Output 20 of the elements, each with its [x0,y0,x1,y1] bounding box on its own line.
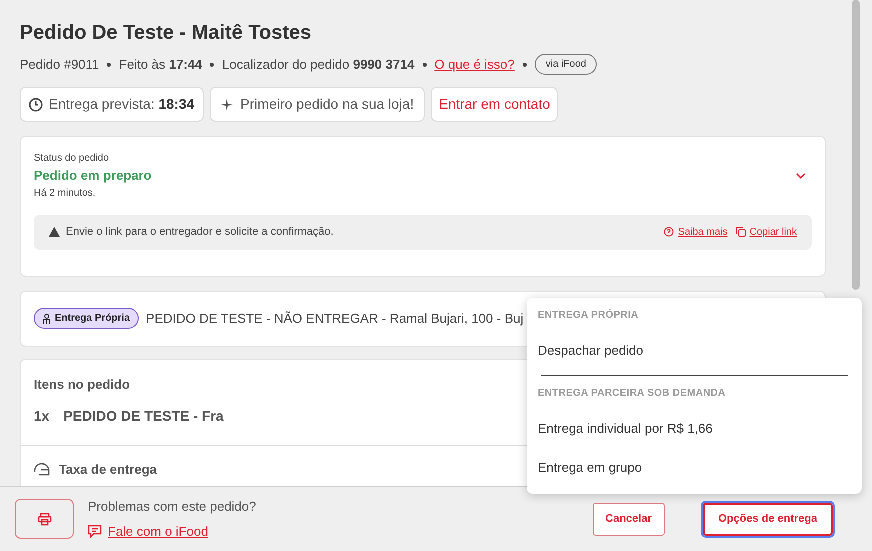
delivery-type-badge: Entrega Própria [34,308,140,329]
delivery-time-label: Entrega prevista: 18:34 [49,95,195,114]
order-number: Pedido #9011 [20,56,100,74]
status-value: Pedido em preparo [34,167,152,185]
item-quantity: 1x [34,407,50,426]
status-time: Há 2 minutos. [34,186,97,200]
notice-text: Envie o link para o entregador e solicite a confirmação. [66,224,334,240]
order-title: Pedido De Teste - Maitê Tostes [20,21,313,46]
menu-section-heading: ENTREGA PRÓPRIA [537,308,640,323]
order-locator: Localizador do pedido 9990 3714 [222,56,415,74]
problem-question: Problemas com este pedido? [88,498,256,516]
first-order-label: Primeiro pedido na sua loja! [240,95,414,114]
order-time: Feito às 17:44 [119,56,202,74]
status-caption: Status do pedido [34,152,110,166]
delivery-address: PEDIDO DE TESTE - NÃO ENTREGAR - Ramal Bujari, 100 - Buj [146,310,524,328]
items-title: Itens no pedido [34,376,130,394]
delivery-fee-label: Taxa de entrega [59,461,158,479]
channel-badge: via iFood [534,54,598,75]
item-name: PEDIDO DE TESTE - Fra [64,407,224,426]
menu-section-heading: ENTREGA PARCEIRA SOB DEMANDA [537,386,727,400]
